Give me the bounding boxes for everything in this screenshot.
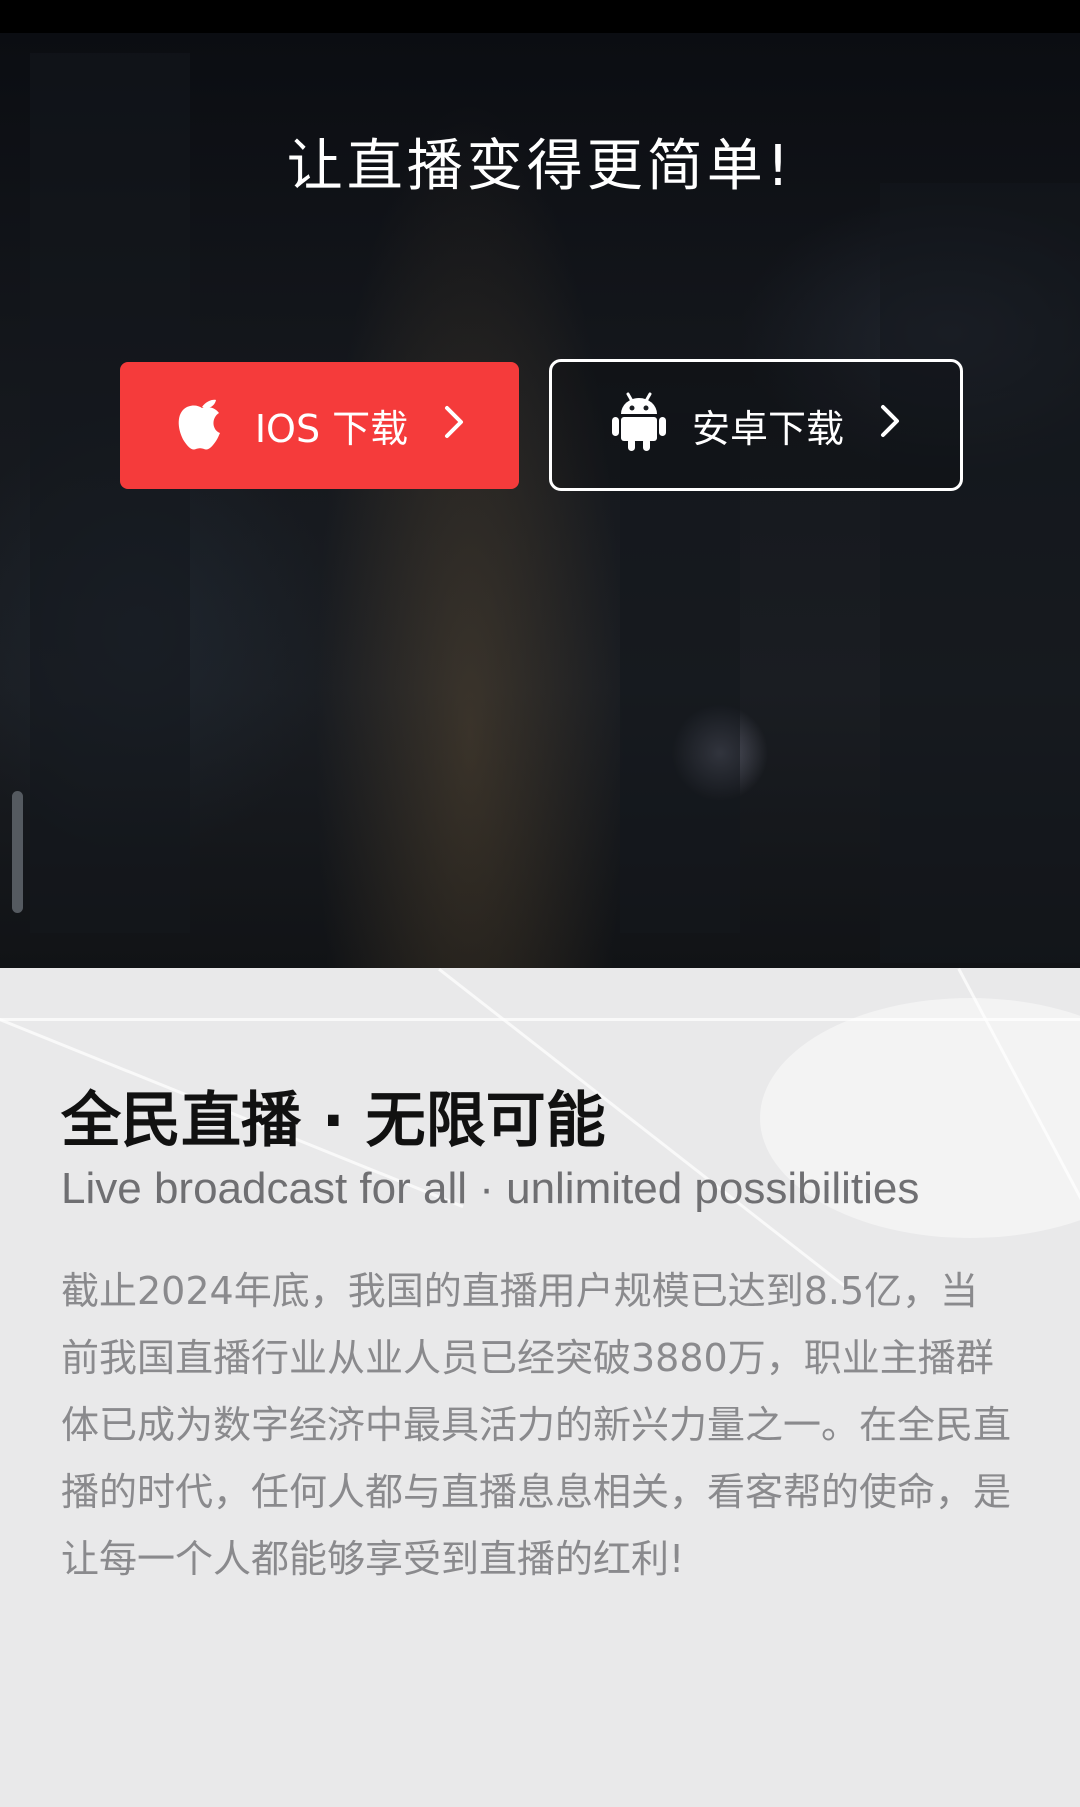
android-download-label: 安卓下载 [691,406,844,451]
chevron-right-icon [444,404,464,448]
status-bar [0,0,1080,33]
hero-title: 让直播变得更简单! [286,134,794,199]
apple-icon [175,390,229,461]
section-body: 截止2024年底，我国的直播用户规模已达到8.5亿，当前我国直播行业从业人员已经… [61,1269,1012,1581]
background-building [880,183,1080,963]
section-subtitle: Live broadcast for all · unlimited possi… [61,1164,920,1213]
ios-download-button[interactable]: IOS 下载 [120,362,519,489]
hero-banner: 让直播变得更简单! IOS 下载 安卓下载 [0,33,1080,968]
section-title: 全民直播 · 无限可能 [61,1086,606,1156]
android-download-button[interactable]: 安卓下载 [549,359,963,491]
intro-section: 全民直播 · 无限可能 Live broadcast for all · unl… [0,968,1080,1807]
ios-download-label: IOS 下载 [254,407,409,451]
android-icon [611,390,666,461]
decorative-line [0,1018,1080,1021]
chevron-right-icon [880,403,900,447]
scroll-indicator[interactable] [12,791,23,913]
background-building [620,413,740,933]
